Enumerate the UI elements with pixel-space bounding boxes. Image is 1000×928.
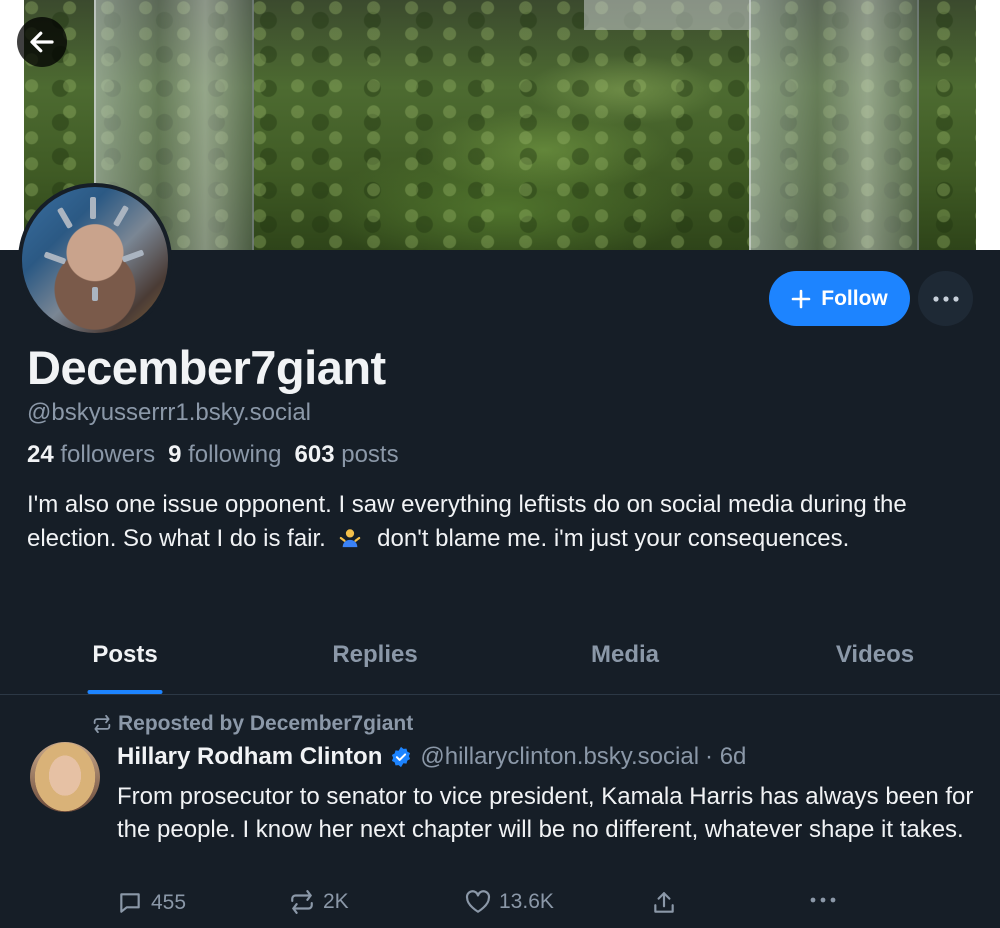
post-text: From prosecutor to senator to vice presi… — [117, 783, 974, 843]
plus-icon — [791, 289, 811, 308]
post-timestamp[interactable]: · 6d — [705, 743, 746, 771]
follow-button[interactable]: Follow — [769, 271, 910, 326]
ellipsis-icon — [810, 897, 836, 903]
person-shrugging-emoji — [339, 529, 360, 548]
heart-icon — [465, 890, 491, 913]
speech-bubble-icon — [120, 893, 140, 913]
repost-arrows-icon — [93, 715, 111, 733]
post-header: Hillary Rodham Clinton @hillaryclinton.b… — [117, 743, 746, 771]
repost-arrows-icon — [291, 890, 313, 914]
following-link[interactable]: 9 following — [168, 441, 281, 469]
profile-tabs: Posts Replies Media Videos — [0, 625, 1000, 695]
profile-more-button[interactable] — [918, 271, 973, 326]
tab-videos[interactable]: Videos — [750, 625, 1000, 694]
profile-bio: I'm also one issue opponent. I saw every… — [27, 491, 907, 552]
repost-attribution[interactable]: Reposted by December7giant — [92, 712, 413, 736]
follow-label: Follow — [821, 286, 888, 310]
profile-avatar[interactable] — [18, 183, 172, 337]
share-button[interactable] — [651, 890, 677, 916]
active-tab-indicator — [87, 690, 163, 694]
banner-image[interactable] — [24, 0, 976, 250]
reply-button[interactable]: 455 — [117, 890, 186, 916]
posts-count: 603 posts — [294, 441, 399, 468]
verified-check-icon — [392, 746, 411, 768]
arrow-left-icon — [30, 31, 54, 53]
profile-stats: 24 followers 9 following 603 posts — [27, 441, 399, 469]
profile-display-name: December7giant — [27, 341, 386, 394]
profile-handle: @bskyusserrr1.bsky.social — [27, 399, 311, 426]
back-button[interactable] — [17, 17, 67, 67]
repost-button[interactable]: 2K — [289, 890, 349, 914]
followers-link[interactable]: 24 followers — [27, 441, 155, 469]
post-more-button[interactable] — [809, 896, 837, 904]
like-button[interactable]: 13.6K — [465, 890, 554, 914]
ellipsis-icon — [932, 295, 959, 302]
post-author-avatar[interactable] — [30, 742, 100, 812]
share-upload-icon — [654, 892, 674, 913]
tab-media[interactable]: Media — [500, 625, 750, 694]
post-author-handle[interactable]: @hillaryclinton.bsky.social — [420, 743, 699, 771]
tab-replies[interactable]: Replies — [250, 625, 500, 694]
post-actions: 455 2K 13.6K — [117, 890, 977, 922]
tab-posts[interactable]: Posts — [0, 625, 250, 694]
post-author-name[interactable]: Hillary Rodham Clinton — [117, 743, 382, 771]
